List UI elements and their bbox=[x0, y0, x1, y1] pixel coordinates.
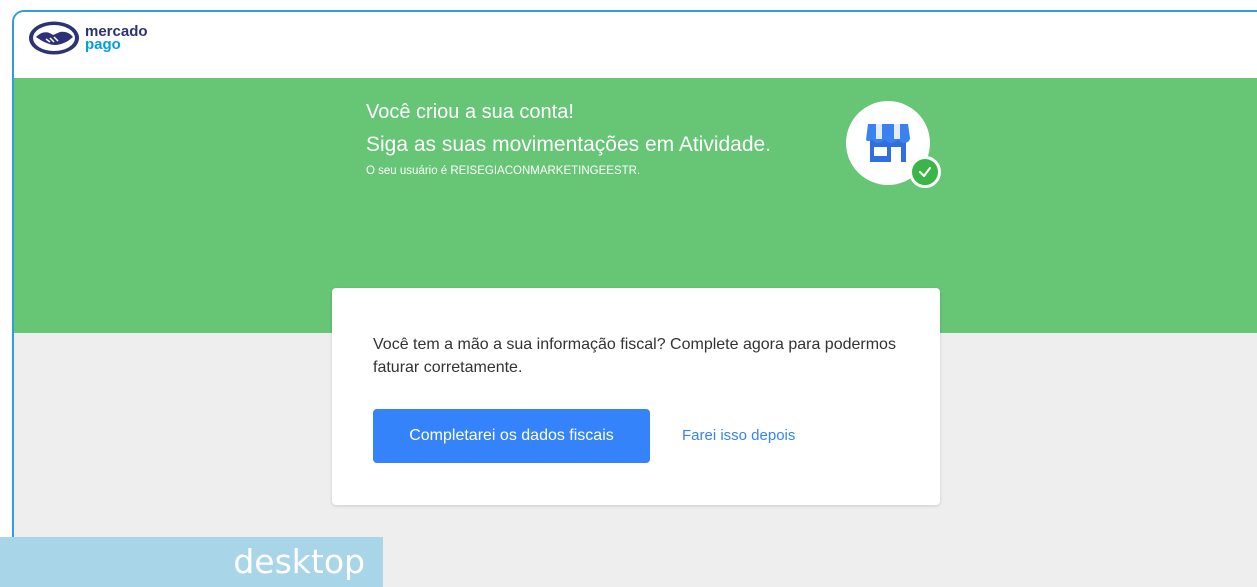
complete-fiscal-data-button[interactable]: Completarei os dados fiscais bbox=[373, 409, 650, 463]
store-icon bbox=[866, 124, 910, 162]
platform-label: desktop bbox=[0, 537, 383, 587]
check-icon bbox=[918, 166, 932, 178]
do-it-later-link[interactable]: Farei isso depois bbox=[682, 427, 795, 444]
top-header: mercado pago bbox=[14, 12, 1257, 78]
success-text-group: Você criou a sua conta! Siga as suas mov… bbox=[366, 101, 771, 177]
success-subtitle: Siga as suas movimentações em Atividade. bbox=[366, 133, 772, 156]
handshake-icon bbox=[29, 21, 79, 55]
fiscal-info-message: Você tem a mão a sua informação fiscal? … bbox=[373, 336, 896, 376]
platform-label-text: desktop bbox=[233, 542, 365, 581]
username-line: O seu usuário é REISEGIACONMARKETINGEEST… bbox=[366, 165, 641, 177]
mercado-pago-logo[interactable]: mercado pago bbox=[28, 20, 148, 56]
check-badge bbox=[909, 156, 941, 188]
success-title: Você criou a sua conta! bbox=[366, 101, 574, 123]
fiscal-info-card: Você tem a mão a sua informação fiscal? … bbox=[332, 288, 940, 505]
